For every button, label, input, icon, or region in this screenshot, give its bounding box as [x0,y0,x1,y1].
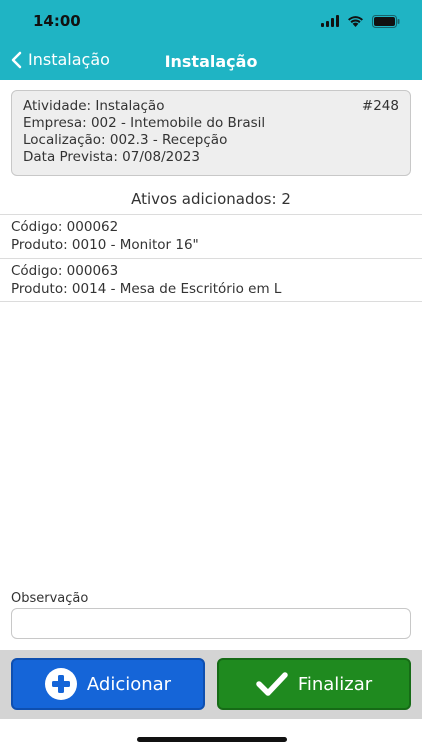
checkmark-icon [256,672,288,696]
finish-button[interactable]: Finalizar [217,658,411,710]
status-time: 14:00 [33,12,81,30]
assets-title: Ativos adicionados: 2 [131,190,291,208]
nav-bar: Instalação Instalação [0,44,422,78]
plus-circle-icon [44,668,77,700]
action-bar: Adicionar Finalizar [0,650,422,719]
finish-button-label: Finalizar [297,673,373,695]
app-header: 14:00 Instalação Instalação [0,0,422,80]
list-item[interactable]: Código: 000063 Produto: 0014 - Mesa de E… [0,258,422,302]
activity-location: Localização: 002.3 - Recepção [23,132,228,148]
observation-label: Observação [11,591,89,606]
activity-number: #248 [361,98,399,114]
battery-icon [372,14,400,28]
asset-code: Código: 000062 [11,219,119,235]
assets-list: Código: 000062 Produto: 0010 - Monitor 1… [0,214,422,302]
status-bar: 14:00 [0,0,422,42]
home-indicator [137,737,287,742]
signal-icon [321,15,339,27]
status-icons [321,13,400,29]
activity-name: Atividade: Instalação [23,98,165,114]
observation-input[interactable] [11,608,411,639]
asset-code: Código: 000063 [11,263,119,279]
asset-product: Produto: 0014 - Mesa de Escritório em L [11,280,282,297]
add-button[interactable]: Adicionar [11,658,205,710]
asset-product: Produto: 0010 - Monitor 16" [11,236,199,253]
list-item[interactable]: Código: 000062 Produto: 0010 - Monitor 1… [0,214,422,258]
activity-info-card: Atividade: Instalação #248 Empresa: 002 … [11,90,411,176]
activity-company: Empresa: 002 - Intemobile do Brasil [23,115,266,131]
wifi-icon [348,16,363,27]
add-button-label: Adicionar [86,673,172,695]
activity-due-date: Data Prevista: 07/08/2023 [23,149,200,165]
page-title: Instalação [164,52,258,71]
